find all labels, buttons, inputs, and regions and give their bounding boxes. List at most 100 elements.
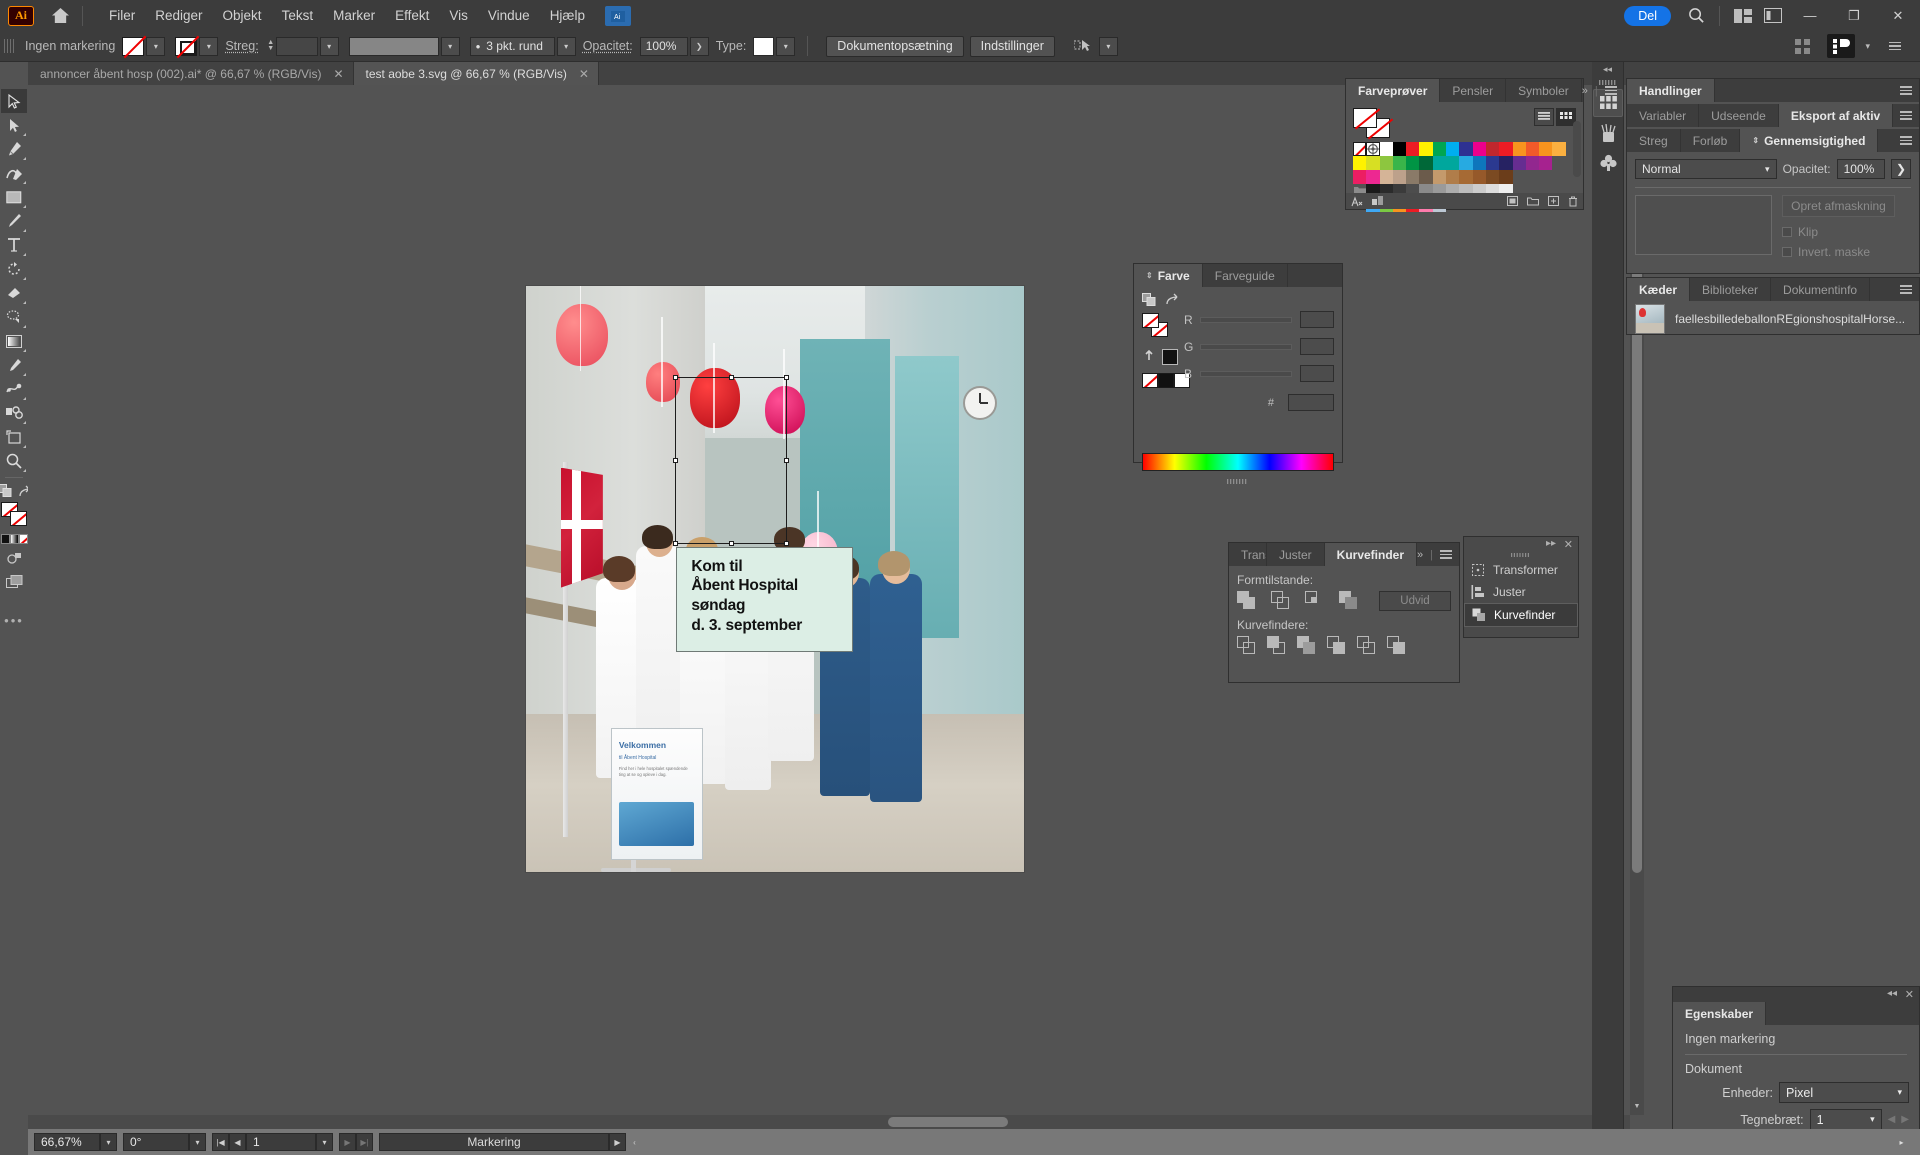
stroke-weight-field[interactable] bbox=[276, 37, 318, 56]
swatch-1-14[interactable] bbox=[1539, 156, 1552, 170]
tab-farve[interactable]: ⇕ Farve bbox=[1134, 264, 1203, 287]
stroke-style-dropdown-icon[interactable]: ▾ bbox=[441, 37, 460, 56]
color-swap-arrow-icon[interactable] bbox=[1165, 293, 1179, 306]
swatch-0-9[interactable] bbox=[1473, 142, 1486, 156]
tab-juster[interactable]: Juster bbox=[1267, 543, 1325, 566]
swatch-2-4[interactable] bbox=[1406, 170, 1419, 184]
tab-udseende[interactable]: Udseende bbox=[1699, 104, 1779, 127]
blend-tool[interactable] bbox=[1, 377, 27, 401]
quick-black-swatch[interactable] bbox=[1158, 373, 1174, 388]
status-next-icon[interactable]: ▶ bbox=[609, 1133, 626, 1151]
opacity-field[interactable]: 100% bbox=[640, 37, 688, 56]
tab-pensler[interactable]: Pensler bbox=[1440, 79, 1506, 102]
swatch-2-11[interactable] bbox=[1499, 170, 1512, 184]
tab-forlob[interactable]: Forløb bbox=[1681, 129, 1741, 152]
stroke-dropdown-icon[interactable]: ▾ bbox=[199, 37, 218, 56]
units-select[interactable]: Pixel ▾ bbox=[1779, 1082, 1909, 1103]
swatches-expand-icon[interactable]: » bbox=[1582, 85, 1588, 97]
swatch-1-7[interactable] bbox=[1446, 156, 1459, 170]
transparency-menu-icon[interactable] bbox=[1900, 136, 1912, 145]
swatch-sort-icon[interactable] bbox=[1372, 196, 1384, 207]
swatch-libraries-icon[interactable] bbox=[1351, 196, 1363, 207]
menu-item-filer[interactable]: Filer bbox=[99, 4, 145, 27]
menu-item-hjaelp[interactable]: Hjælp bbox=[540, 4, 595, 27]
workspace-switcher-icon[interactable] bbox=[1758, 3, 1788, 29]
select-similar-dropdown-icon[interactable]: ▾ bbox=[1099, 37, 1118, 56]
links-panel[interactable]: Kæder Biblioteker Dokumentinfo faellesbi… bbox=[1626, 277, 1920, 335]
artboard[interactable]: Velkommen til Åbent Hospital Find her i … bbox=[525, 285, 1025, 873]
swatch-0-4[interactable] bbox=[1406, 142, 1419, 156]
document-tab-1[interactable]: annoncer åbent hosp (002).ai* @ 66,67 % … bbox=[28, 62, 354, 85]
artboard-number-field[interactable]: 1 bbox=[246, 1133, 316, 1151]
channel-field-b[interactable] bbox=[1300, 365, 1334, 382]
swatch-registration[interactable] bbox=[1366, 142, 1379, 156]
clip-checkbox[interactable] bbox=[1782, 227, 1792, 237]
pathfinder-panel[interactable]: Transformer Juster Kurvefinder » | Formt… bbox=[1228, 542, 1460, 683]
eyedropper-tool[interactable] bbox=[1, 353, 27, 377]
tab-variabler[interactable]: Variabler bbox=[1627, 104, 1699, 127]
artboard-prev-icon[interactable]: ◀ bbox=[1888, 1114, 1896, 1125]
preferences-button[interactable]: Indstillinger bbox=[970, 36, 1055, 57]
fill-color-swatch[interactable] bbox=[122, 37, 144, 56]
swatch-1-6[interactable] bbox=[1433, 156, 1446, 170]
channel-slider-r[interactable] bbox=[1200, 317, 1292, 323]
swatch-new-group-icon[interactable] bbox=[1527, 196, 1539, 206]
document-tab-2[interactable]: test aobe 3.svg @ 66,67 % (RGB/Vis) ✕ bbox=[354, 62, 599, 85]
menu-item-marker[interactable]: Marker bbox=[323, 4, 385, 27]
swatch-1-3[interactable] bbox=[1393, 156, 1406, 170]
swatches-panel[interactable]: Farveprøver Pensler Symboler » | bbox=[1345, 78, 1584, 210]
color-spectrum-bar[interactable] bbox=[1142, 453, 1334, 471]
swatch-0-15[interactable] bbox=[1552, 142, 1565, 156]
brushes-rail-icon[interactable] bbox=[1593, 119, 1623, 147]
current-fill-stroke-swatch[interactable] bbox=[1353, 108, 1391, 138]
menu-item-rediger[interactable]: Rediger bbox=[145, 4, 212, 27]
hex-field[interactable] bbox=[1288, 394, 1334, 411]
artboard-tool[interactable] bbox=[1, 425, 27, 449]
paintbrush-tool[interactable] bbox=[1, 209, 27, 233]
pathfinder-expand-icon[interactable]: » bbox=[1417, 549, 1423, 561]
tab-kurvefinder[interactable]: Kurvefinder bbox=[1325, 543, 1417, 566]
properties-collapse-icon[interactable]: ◂◂ bbox=[1887, 988, 1897, 999]
tab-symboler[interactable]: Symboler bbox=[1506, 79, 1582, 102]
channel-field-r[interactable] bbox=[1300, 311, 1334, 328]
tab-gennemsigtighed[interactable]: ⇕ Gennemsigtighed bbox=[1740, 129, 1878, 152]
type-dropdown-icon[interactable]: ▾ bbox=[776, 37, 795, 56]
mini-dock-item-transformer[interactable]: Transformer bbox=[1464, 559, 1578, 581]
search-icon[interactable] bbox=[1681, 3, 1711, 29]
arrange-documents-icon[interactable] bbox=[1728, 3, 1758, 29]
canvas-horizontal-scroll-thumb[interactable] bbox=[888, 1117, 1008, 1127]
lasso-tool[interactable] bbox=[1, 305, 27, 329]
rectangle-tool[interactable] bbox=[1, 185, 27, 209]
document-setup-button[interactable]: Dokumentopsætning bbox=[826, 36, 963, 57]
swatch-0-10[interactable] bbox=[1486, 142, 1499, 156]
rail-collapse-icon[interactable]: ◂◂ bbox=[1592, 62, 1623, 77]
artboard-dropdown-icon[interactable]: ▾ bbox=[316, 1133, 333, 1151]
tab-streg[interactable]: Streg bbox=[1627, 129, 1681, 152]
swatch-1-1[interactable] bbox=[1366, 156, 1379, 170]
swatch-1-8[interactable] bbox=[1459, 156, 1472, 170]
unite-button[interactable] bbox=[1237, 591, 1257, 611]
swatch-0-12[interactable] bbox=[1513, 142, 1526, 156]
selection-tool[interactable] bbox=[1, 89, 27, 113]
actions-menu-icon[interactable] bbox=[1900, 86, 1912, 95]
rotate-tool[interactable] bbox=[1, 257, 27, 281]
transparency-opacity-field[interactable]: 100% bbox=[1837, 159, 1885, 179]
swatch-0-7[interactable] bbox=[1446, 142, 1459, 156]
type-color-swatch[interactable] bbox=[753, 37, 774, 56]
none-mode-icon[interactable] bbox=[19, 534, 28, 544]
appearance-menu-icon[interactable] bbox=[1900, 111, 1912, 120]
outline-button[interactable] bbox=[1357, 636, 1377, 656]
swatch-2-0[interactable] bbox=[1353, 170, 1366, 184]
swatch-1-11[interactable] bbox=[1499, 156, 1512, 170]
minus-front-button[interactable] bbox=[1271, 591, 1291, 611]
transparency-opacity-expand-icon[interactable]: ❯ bbox=[1891, 159, 1911, 179]
mini-panel-dock[interactable]: ▸▸ ✕ Transformer Juster Kurvefinder bbox=[1463, 536, 1579, 638]
color-panel-resize-grip[interactable] bbox=[1134, 479, 1342, 484]
stroke-weight-spinner[interactable]: ▲▼ bbox=[266, 37, 276, 56]
document-tab-2-close-icon[interactable]: ✕ bbox=[579, 67, 589, 81]
artwork-text-box[interactable]: Kom til Åbent Hospital søndag d. 3. sept… bbox=[676, 547, 853, 652]
change-screen-mode-icon[interactable] bbox=[1, 546, 27, 570]
tab-farveguide[interactable]: Farveguide bbox=[1203, 264, 1288, 287]
symbols-rail-icon[interactable] bbox=[1593, 149, 1623, 177]
swatch-none[interactable] bbox=[1353, 142, 1366, 156]
